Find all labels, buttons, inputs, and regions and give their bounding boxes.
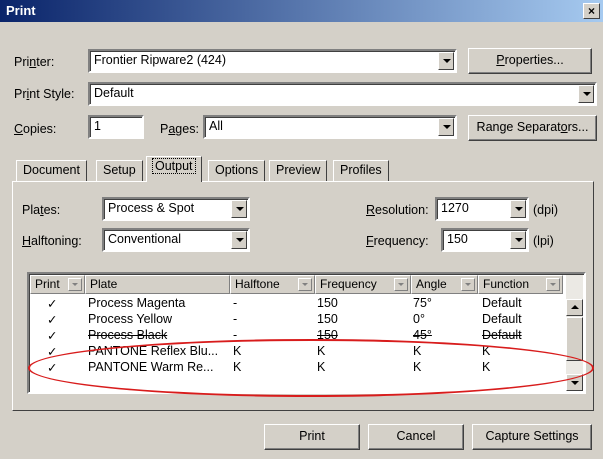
halftone-value: - [233, 312, 238, 326]
column-header-print[interactable]: Print [30, 275, 85, 294]
table-scrollbar[interactable] [566, 275, 583, 391]
resolution-label: Resolution: [366, 203, 429, 217]
halftoning-value: Conventional [108, 232, 181, 246]
function-value: K [482, 360, 491, 374]
halftoning-label: Halftoning: [22, 234, 82, 248]
function-value: K [482, 344, 491, 358]
frequency-value: 150 [317, 312, 338, 326]
column-header-function[interactable]: Function [478, 275, 563, 294]
filter-dropdown-icon[interactable] [68, 278, 82, 291]
title-bar: Print × [0, 0, 603, 22]
plate-name: PANTONE Warm Re... [88, 360, 214, 374]
scroll-thumb[interactable] [566, 317, 583, 361]
column-header-angle[interactable]: Angle [411, 275, 478, 294]
plate-name: Process Magenta [88, 296, 186, 310]
halftone-value: - [233, 296, 238, 310]
plates-value: Process & Spot [108, 201, 195, 215]
filter-dropdown-icon[interactable] [298, 278, 312, 291]
printer-select[interactable]: Frontier Ripware2 (424) [88, 49, 457, 73]
plate-name: PANTONE Reflex Blu... [88, 344, 219, 358]
tab-profiles[interactable]: Profiles [333, 160, 389, 181]
frequency-value: 150 [447, 232, 468, 246]
pages-value: All [209, 119, 223, 133]
checkmark-icon[interactable]: ✓ [47, 344, 57, 359]
print-dialog: Print × Printer: Frontier Ripware2 (424)… [0, 0, 603, 459]
angle-value: K [413, 344, 422, 358]
scroll-up-icon[interactable] [566, 299, 583, 316]
angle-value: 45° [413, 328, 432, 342]
function-value: Default [482, 312, 522, 326]
chevron-down-icon[interactable] [231, 231, 247, 249]
print-style-select[interactable]: Default [88, 82, 597, 106]
plate-name: Process Yellow [88, 312, 173, 326]
function-value: Default [482, 296, 522, 310]
angle-value: K [413, 360, 422, 374]
scroll-down-icon[interactable] [566, 374, 583, 391]
halftoning-select[interactable]: Conventional [102, 228, 250, 252]
resolution-select[interactable]: 1270 [435, 197, 529, 221]
checkmark-icon[interactable]: ✓ [47, 328, 57, 343]
checkmark-icon[interactable]: ✓ [47, 296, 57, 311]
chevron-down-icon[interactable] [438, 118, 454, 136]
chevron-down-icon[interactable] [438, 52, 454, 70]
tab-options[interactable]: Options [208, 160, 266, 181]
copies-input[interactable]: 1 [88, 115, 144, 139]
tab-setup[interactable]: Setup [96, 160, 143, 181]
copies-label: Copies: [14, 122, 57, 136]
resolution-unit: (dpi) [533, 203, 559, 217]
column-header-halftone[interactable]: Halftone [230, 275, 315, 294]
properties-button[interactable]: Properties... [468, 48, 592, 74]
plates-select[interactable]: Process & Spot [102, 197, 250, 221]
frequency-value: 150 [317, 328, 338, 342]
pages-select[interactable]: All [203, 115, 457, 139]
print-style-value: Default [94, 86, 134, 100]
plates-table: Print Plate Halftone Frequency Angle Fun… [27, 272, 586, 394]
resolution-value: 1270 [441, 201, 469, 215]
checkmark-icon[interactable]: ✓ [47, 312, 57, 327]
chevron-down-icon[interactable] [510, 231, 526, 249]
angle-value: 0° [413, 312, 425, 326]
tab-document[interactable]: Document [16, 160, 87, 181]
frequency-label: Frequency: [366, 234, 429, 248]
halftone-value: K [233, 344, 242, 358]
filter-dropdown-icon[interactable] [461, 278, 475, 291]
angle-value: 75° [413, 296, 432, 310]
tab-preview[interactable]: Preview [269, 160, 328, 181]
plates-label: Plates: [22, 203, 61, 217]
print-button[interactable]: Print [264, 424, 360, 450]
pages-label: Pages: [160, 122, 199, 136]
column-header-plate[interactable]: Plate [85, 275, 230, 294]
printer-value: Frontier Ripware2 (424) [94, 53, 226, 67]
filter-dropdown-icon[interactable] [394, 278, 408, 291]
capture-settings-button[interactable]: Capture Settings [472, 424, 592, 450]
cancel-button[interactable]: Cancel [368, 424, 464, 450]
frequency-value: K [317, 360, 326, 374]
halftone-value: - [233, 328, 238, 342]
chevron-down-icon[interactable] [231, 200, 247, 218]
frequency-unit: (lpi) [533, 234, 554, 248]
frequency-select[interactable]: 150 [441, 228, 529, 252]
checkmark-icon[interactable]: ✓ [47, 360, 57, 375]
frequency-value: K [317, 344, 326, 358]
filter-dropdown-icon[interactable] [546, 278, 560, 291]
close-button[interactable]: × [583, 3, 600, 19]
chevron-down-icon[interactable] [510, 200, 526, 218]
tab-output[interactable]: Output [146, 156, 202, 182]
plate-name: Process Black [88, 328, 168, 342]
column-header-frequency[interactable]: Frequency [315, 275, 411, 294]
range-separators-button[interactable]: Range Separators... [468, 115, 597, 141]
frequency-value: 150 [317, 296, 338, 310]
function-value: Default [482, 328, 522, 342]
printer-label: Printer: [14, 55, 55, 69]
window-title: Print [6, 3, 36, 18]
print-style-label: Print Style: [14, 87, 75, 101]
chevron-down-icon[interactable] [578, 85, 594, 103]
halftone-value: K [233, 360, 242, 374]
